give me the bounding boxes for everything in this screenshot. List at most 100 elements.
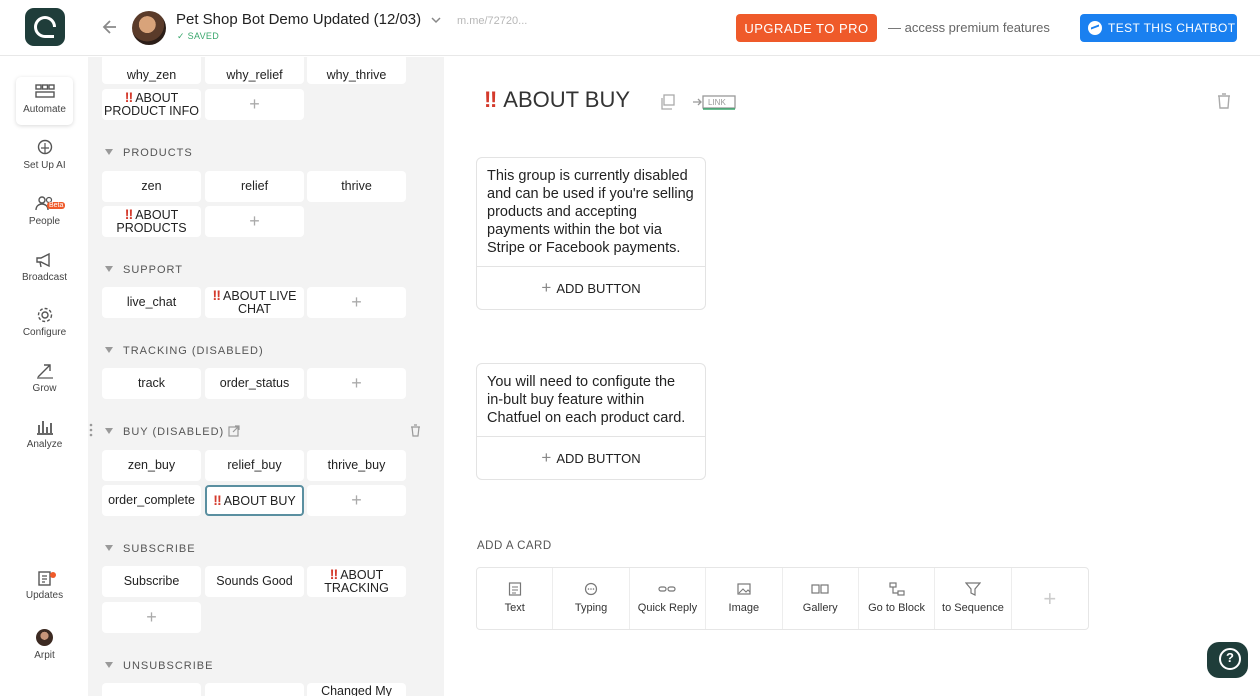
block-label: why_thrive [326, 67, 387, 82]
help-button[interactable] [1207, 642, 1248, 678]
collapse-unsubscribe-icon[interactable] [105, 662, 113, 668]
collapse-buy-icon[interactable] [105, 428, 113, 434]
alert-icon: ‼ [124, 206, 134, 222]
delete-block-icon[interactable] [1217, 93, 1231, 114]
group-subscribe-label: SUBSCRIBE [123, 543, 196, 555]
plus-icon: + [541, 448, 552, 467]
card-type-gallery[interactable]: Gallery [783, 568, 859, 629]
block-unsubscribe-1[interactable] [102, 683, 201, 696]
nav-user[interactable]: Arpit [16, 619, 73, 667]
text-card-1[interactable]: This group is currently disabled and can… [476, 157, 706, 310]
collapse-products-icon[interactable] [105, 149, 113, 155]
block-label: zen_buy [127, 458, 176, 472]
plus-icon: + [146, 607, 157, 627]
card-type-text[interactable]: Text [477, 568, 554, 629]
filter-icon [964, 582, 981, 596]
chatfuel-logo[interactable] [25, 8, 65, 46]
more-card-types-button[interactable]: + [1012, 568, 1088, 629]
chevron-down-icon[interactable] [430, 13, 442, 31]
block-about-tracking[interactable]: ‼ ABOUT TRACKING [307, 566, 406, 597]
block-about-buy[interactable]: ‼ ABOUT BUY [205, 485, 304, 516]
nav-broadcast[interactable]: Broadcast [16, 245, 73, 293]
card-text[interactable]: You will need to configute the in-bult b… [477, 364, 705, 437]
drag-handle-icon[interactable] [88, 423, 94, 442]
block-why-thrive[interactable]: why_thrive [307, 57, 406, 84]
test-chatbot-button[interactable]: TEST THIS CHATBOT [1080, 14, 1237, 42]
external-link-icon[interactable] [228, 424, 240, 442]
card-type-to-sequence[interactable]: to Sequence [935, 568, 1012, 629]
block-about-products[interactable]: ‼ ABOUT PRODUCTS [102, 206, 201, 237]
card-type-typing[interactable]: Typing [553, 568, 630, 629]
add-block-button[interactable]: + [102, 602, 201, 633]
add-block-button[interactable]: + [205, 89, 304, 120]
block-label: Changed My [321, 684, 392, 696]
card-type-image[interactable]: Image [706, 568, 783, 629]
tool-label: Quick Reply [637, 602, 698, 614]
block-order-complete[interactable]: order_complete [102, 485, 201, 516]
block-live-chat[interactable]: live_chat [102, 287, 201, 318]
block-changed-my[interactable]: Changed My [307, 683, 406, 696]
block-track[interactable]: track [102, 368, 201, 399]
block-relief-buy[interactable]: relief_buy [205, 450, 304, 481]
block-thrive[interactable]: thrive [307, 171, 406, 202]
block-relief[interactable]: relief [205, 171, 304, 202]
card-type-quick-reply[interactable]: Quick Reply [630, 568, 707, 629]
bar-chart-icon [36, 421, 53, 435]
nav-automate[interactable]: Automate [16, 77, 73, 125]
block-about-product-info[interactable]: ‼ ABOUT PRODUCT INFO [102, 89, 201, 120]
blocks-panel: why_zen why_relief why_thrive ‼ ABOUT PRO… [88, 57, 444, 696]
collapse-subscribe-icon[interactable] [105, 545, 113, 551]
block-why-relief[interactable]: why_relief [205, 57, 304, 84]
text-card-2[interactable]: You will need to configute the in-bult b… [476, 363, 706, 480]
block-title[interactable]: ‼ ABOUT BUY [484, 87, 630, 113]
nav-people[interactable]: Beta People [16, 189, 73, 237]
card-text[interactable]: This group is currently disabled and can… [477, 158, 705, 267]
nav-broadcast-label: Broadcast [21, 272, 68, 283]
nav-updates[interactable]: Updates [16, 563, 73, 611]
nav-automate-label: Automate [23, 104, 66, 115]
collapse-tracking-icon[interactable] [105, 347, 113, 353]
alert-icon: ‼ [484, 87, 497, 112]
card-type-go-to-block[interactable]: Go to Block [859, 568, 936, 629]
card-type-toolbar: Text Typing Quick Reply Image Gallery Go… [476, 567, 1089, 630]
nav-user-label: Arpit [34, 650, 55, 661]
block-label: thrive_buy [327, 458, 386, 472]
block-label: relief [240, 179, 269, 193]
block-order-status[interactable]: order_status [205, 368, 304, 399]
link-icon[interactable]: LINK [692, 94, 736, 115]
premium-text: — access premium features [888, 20, 1050, 35]
trash-icon[interactable] [410, 424, 421, 442]
add-block-button[interactable]: + [307, 287, 406, 318]
block-zen[interactable]: zen [102, 171, 201, 202]
add-card-label: ADD A CARD [477, 540, 552, 552]
bot-title[interactable]: Pet Shop Bot Demo Updated (12/03) [176, 11, 421, 28]
block-sounds-good[interactable]: Sounds Good [205, 566, 304, 597]
add-button[interactable]: + ADD BUTTON [477, 437, 705, 479]
add-block-button[interactable]: + [307, 368, 406, 399]
nav-analyze[interactable]: Analyze [16, 412, 73, 460]
plus-icon: + [541, 278, 552, 297]
block-unsubscribe-2[interactable] [205, 683, 304, 696]
nav-setup-ai[interactable]: Set Up AI [16, 133, 73, 181]
top-header: Pet Shop Bot Demo Updated (12/03) ✓ SAVE… [0, 0, 1260, 56]
upgrade-button[interactable]: UPGRADE TO PRO [736, 14, 877, 42]
add-block-button[interactable]: + [307, 485, 406, 516]
bot-link[interactable]: m.me/72720... [457, 15, 527, 27]
block-subscribe[interactable]: Subscribe [102, 566, 201, 597]
back-arrow-icon[interactable] [100, 17, 120, 37]
copy-icon[interactable] [659, 94, 675, 115]
megaphone-icon [35, 252, 50, 268]
collapse-support-icon[interactable] [105, 266, 113, 272]
add-button[interactable]: + ADD BUTTON [477, 267, 705, 309]
nav-analyze-label: Analyze [26, 439, 63, 450]
nav-grow[interactable]: Grow [16, 356, 73, 404]
tool-label: Image [728, 602, 760, 614]
test-chatbot-label: TEST THIS CHATBOT [1108, 21, 1236, 35]
block-about-live-chat[interactable]: ‼ ABOUT LIVE CHAT [205, 287, 304, 318]
block-label: ABOUT BUY [223, 493, 296, 508]
nav-configure[interactable]: Configure [16, 300, 73, 348]
block-zen-buy[interactable]: zen_buy [102, 450, 201, 481]
block-thrive-buy[interactable]: thrive_buy [307, 450, 406, 481]
add-block-button[interactable]: + [205, 206, 304, 237]
block-why-zen[interactable]: why_zen [102, 57, 201, 84]
